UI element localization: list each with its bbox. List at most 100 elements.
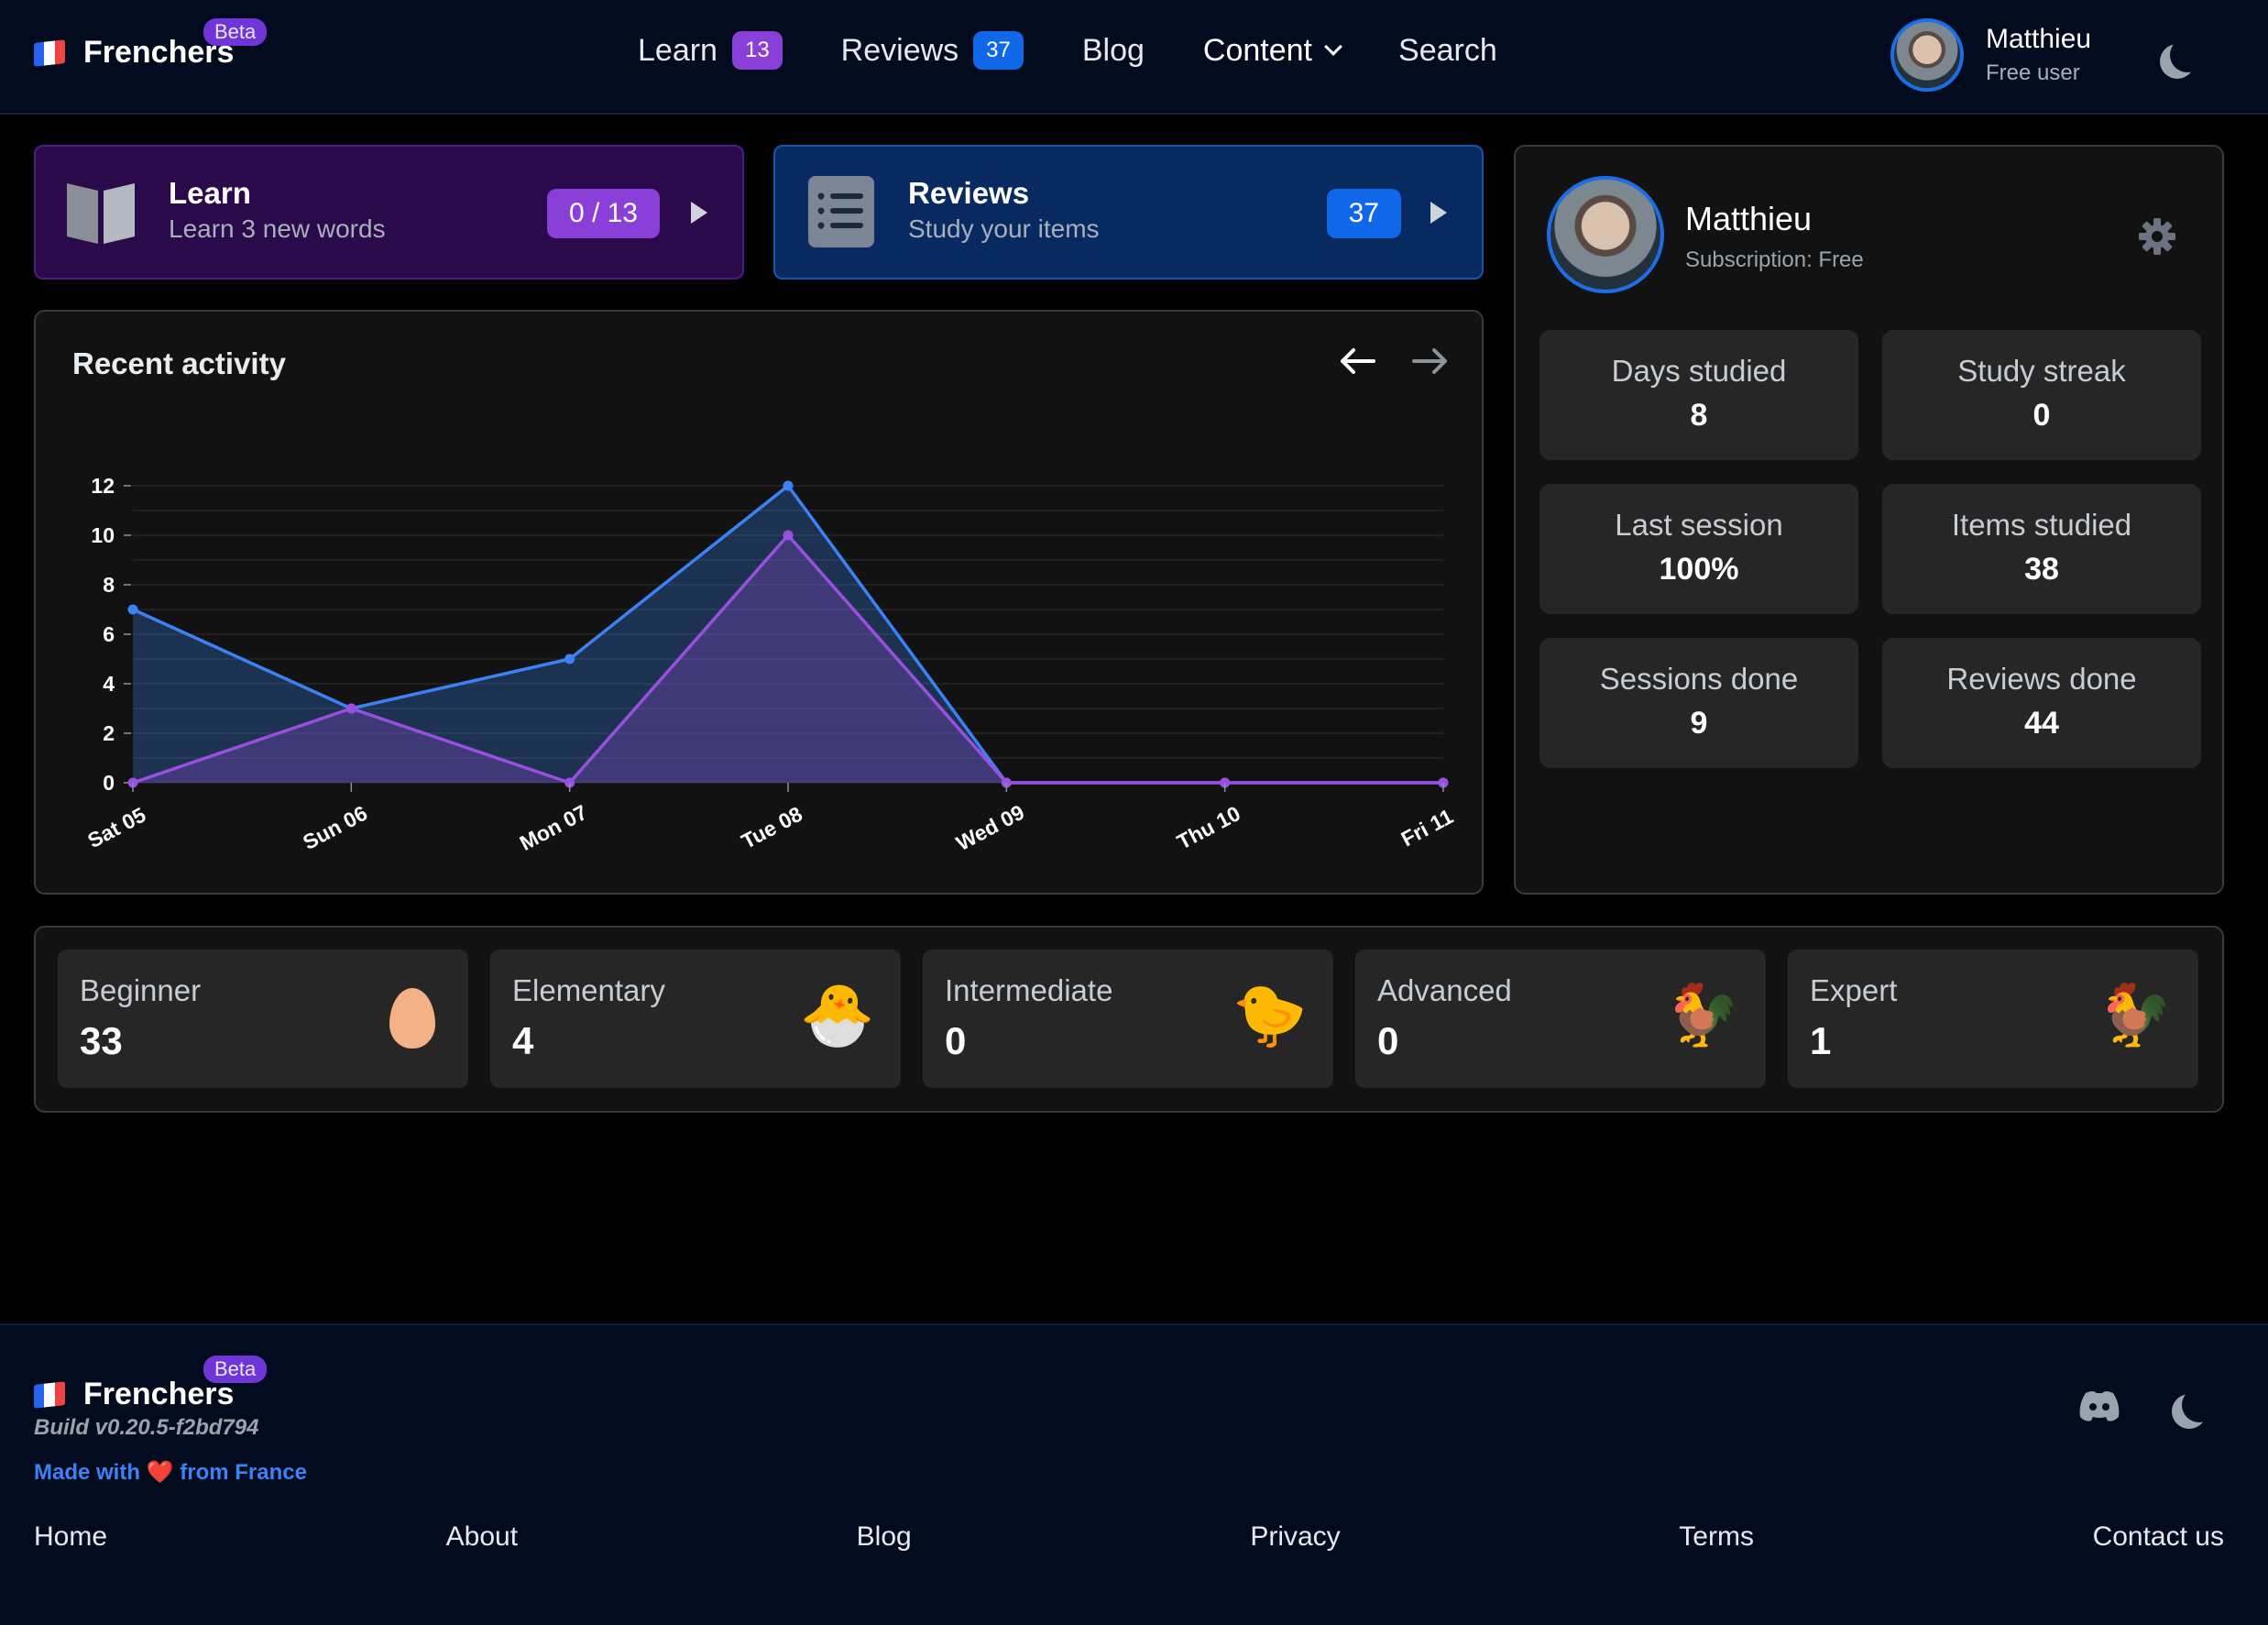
y-tick-label: 2 [103,721,115,745]
level-value: 0 [945,1019,967,1062]
stat-value: 8 [1690,398,1708,433]
data-point [783,480,794,491]
y-tick-label: 12 [91,474,115,498]
y-tick-label: 4 [103,672,115,696]
profile-panel: Matthieu Subscription: Free Days studied… [1514,145,2224,895]
made-with-text: Made with [34,1460,141,1485]
x-tick-label: Wed 09 [952,800,1028,856]
nav-learn-label: Learn [638,32,718,68]
data-point [127,604,138,615]
stat-label: Last session [1615,508,1783,542]
level-label: Beginner [80,973,202,1007]
reviews-card[interactable]: Reviews Study your items 37 [773,145,1484,280]
france-flag-icon [34,38,65,67]
made-with-love: Made with ❤️ from France [34,1459,307,1486]
learn-card-subtitle: Learn 3 new words [169,214,386,243]
chevron-down-icon [1324,38,1342,56]
nav-reviews-link[interactable]: Reviews 37 [841,31,1024,70]
book-icon [67,183,135,244]
list-icon [808,176,874,247]
build-version: Build v0.20.5-f2bd794 [34,1415,259,1440]
reviews-count-pill: 37 [1326,189,1401,238]
level-label: Intermediate [945,973,1113,1007]
level-elementary: Elementary 4 🐣 [490,950,901,1088]
user-menu[interactable]: Matthieu Free user [1986,24,2091,86]
play-icon[interactable] [1430,202,1447,224]
profile-avatar [1547,176,1664,293]
user-plan: Free user [1986,60,2080,85]
footer [0,1323,2268,1625]
footer-link-privacy[interactable]: Privacy [1250,1521,1340,1553]
x-tick-label: Thu 10 [1173,801,1244,854]
nav-search-link[interactable]: Search [1398,33,1497,69]
learn-card[interactable]: Learn Learn 3 new words 0 / 13 [34,145,744,280]
reviews-card-subtitle: Study your items [908,214,1100,243]
y-tick-label: 6 [103,622,115,646]
footer-moon-icon[interactable] [2182,1388,2217,1422]
data-point [564,653,575,664]
nav-learn-link[interactable]: Learn 13 [638,31,783,70]
x-tick-label: Mon 07 [516,800,591,855]
top-navbar: Frenchers Beta Learn 13 Reviews 37 Blog … [0,0,2268,115]
nav-blog-link[interactable]: Blog [1082,33,1145,69]
stat-study-streak: Study streak 0 [1882,330,2201,460]
level-beginner: Beginner 33 [58,950,468,1088]
x-tick-label: Tue 08 [738,802,806,853]
footer-link-about[interactable]: About [446,1521,518,1553]
chick-icon: 🐤 [1232,981,1308,1049]
level-expert: Expert 1 🐓 [1788,950,2198,1088]
y-tick-label: 8 [103,573,115,597]
footer-link-home[interactable]: Home [34,1521,107,1553]
level-label: Advanced [1377,973,1512,1007]
moon-icon[interactable] [2170,38,2205,72]
stat-label: Items studied [1951,508,2132,542]
level-value: 4 [512,1019,534,1062]
stat-label: Sessions done [1599,662,1799,696]
footer-link-contact[interactable]: Contact us [2093,1521,2224,1553]
nav-search-label: Search [1398,32,1497,68]
learn-card-title: Learn [169,176,251,210]
stat-value: 100% [1659,552,1739,587]
level-advanced: Advanced 0 🐓 [1355,950,1766,1088]
activity-chart: 0 2 4 6 8 10 12 Sat 05 Sun 06 Mon 07 Tue 08 Wed 09 T… [83,474,1457,856]
stat-value: 9 [1690,706,1708,741]
from-france-text: from France [180,1460,307,1485]
y-tick-label: 0 [103,771,115,795]
stat-days-studied: Days studied 8 [1539,330,1858,460]
data-point [783,530,794,541]
footer-links: Home About Blog Privacy Terms Contact us [34,1521,2224,1553]
learn-progress-badge: 0 / 13 [546,189,660,238]
beta-badge: Beta [203,18,268,46]
france-flag-icon [34,1380,65,1409]
footer-brand-logo[interactable]: Frenchers [34,1377,234,1412]
stat-value: 38 [2024,552,2059,587]
brand-logo[interactable]: Frenchers [34,35,234,71]
nav-reviews-label: Reviews [840,32,959,68]
level-value: 0 [1377,1019,1399,1062]
x-tick-label: Sun 06 [299,801,371,854]
footer-link-blog[interactable]: Blog [857,1521,912,1553]
stat-value: 0 [2032,398,2051,433]
footer-beta-badge: Beta [203,1356,268,1383]
profile-name: Matthieu [1685,200,1813,237]
heart-icon: ❤️ [146,1460,174,1485]
nav-content-dropdown[interactable]: Content [1202,32,1342,69]
hatching-chick-icon: 🐣 [799,981,875,1049]
level-intermediate: Intermediate 0 🐤 [923,950,1333,1088]
stat-last-session: Last session 100% [1539,484,1858,614]
x-tick-label: Sat 05 [83,802,149,852]
stat-label: Study streak [1957,354,2126,388]
nav-content-label: Content [1202,32,1313,68]
gear-icon[interactable] [2137,216,2177,257]
egg-icon [389,988,435,1049]
footer-link-terms[interactable]: Terms [1679,1521,1754,1553]
chicken-icon: 🐓 [1664,981,1740,1049]
level-value: 1 [1810,1019,1832,1062]
stat-value: 44 [2024,706,2059,741]
stat-label: Reviews done [1946,662,2137,696]
data-point [345,703,356,714]
play-icon[interactable] [691,202,707,224]
stat-label: Days studied [1611,354,1787,388]
discord-icon[interactable] [2078,1389,2120,1422]
avatar[interactable] [1890,18,1964,92]
